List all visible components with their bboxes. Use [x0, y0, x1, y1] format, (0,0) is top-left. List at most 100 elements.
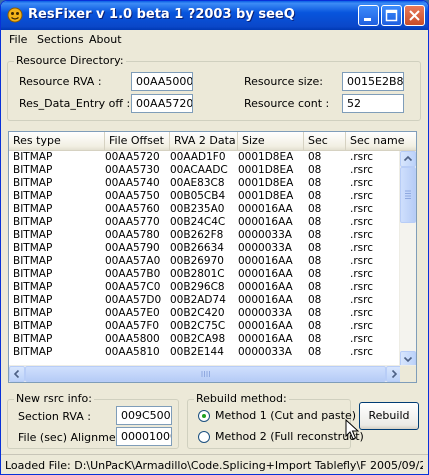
- arrow-down-icon: [403, 356, 413, 363]
- table-row[interactable]: BITMAP 00AA57C0 00B296C8 000016AA 08 .rsrc: [9, 281, 402, 294]
- close-button[interactable]: [404, 5, 425, 26]
- cell-file-offset: 00AA5720: [105, 151, 160, 163]
- status-bar: Loaded File: D:\UnPacK\Armadillo\Code.Sp…: [1, 454, 428, 474]
- horizontal-scrollbar[interactable]: [9, 365, 416, 382]
- cell-sec-name: .rsrc: [350, 307, 373, 319]
- cell-sec-name: .rsrc: [350, 203, 373, 215]
- cell-sec: 08: [308, 333, 322, 345]
- table-row[interactable]: BITMAP 00AA5750 00B05CB4 0001D8EA 08 .rsrc: [9, 190, 402, 203]
- cell-rva-2-data: 00B26634: [170, 242, 224, 254]
- cell-sec: 08: [308, 164, 322, 176]
- cell-res-type: BITMAP: [13, 229, 53, 241]
- cell-sec: 08: [308, 203, 322, 215]
- cell-size: 0001D8EA: [238, 190, 294, 202]
- cell-sec: 08: [308, 242, 322, 254]
- cell-file-offset: 00AA5780: [105, 229, 160, 241]
- table-row[interactable]: BITMAP 00AA57E0 00B2C420 0000033A 08 .rsrc: [9, 307, 402, 320]
- column-size[interactable]: Size: [238, 132, 304, 150]
- cell-sec-name: .rsrc: [350, 151, 373, 163]
- column-sec[interactable]: Sec: [304, 132, 346, 150]
- file-alignment-field[interactable]: 00001000: [116, 427, 172, 446]
- cell-size: 000016AA: [238, 320, 293, 332]
- table-row[interactable]: BITMAP 00AA57A0 00B26970 000016AA 08 .rsrc: [9, 255, 402, 268]
- app-icon[interactable]: [7, 7, 23, 23]
- section-rva-field[interactable]: 009C5000: [116, 406, 172, 425]
- cell-res-type: BITMAP: [13, 294, 53, 306]
- cell-size: 0000033A: [238, 346, 292, 358]
- cell-sec-name: .rsrc: [350, 294, 373, 306]
- cell-res-type: BITMAP: [13, 164, 53, 176]
- minimize-button[interactable]: [358, 5, 379, 26]
- cell-file-offset: 00AA57C0: [105, 281, 161, 293]
- method-1-label[interactable]: Method 1 (Cut and paste): [215, 409, 356, 422]
- cell-rva-2-data: 00B24C4C: [170, 216, 226, 228]
- cell-size: 000016AA: [238, 216, 293, 228]
- column-sec-name[interactable]: Sec name: [346, 132, 416, 150]
- column-file-offset[interactable]: File Offset: [105, 132, 170, 150]
- table-row[interactable]: BITMAP 00AA5770 00B24C4C 000016AA 08 .rsrc: [9, 216, 402, 229]
- table-row[interactable]: BITMAP 00AA5720 00AAD1F0 0001D8EA 08 .rsrc: [9, 151, 402, 164]
- cell-file-offset: 00AA57D0: [105, 294, 162, 306]
- method-1-radio[interactable]: [198, 410, 210, 422]
- cell-size: 000016AA: [238, 203, 293, 215]
- method-2-radio[interactable]: [198, 431, 210, 443]
- table-row[interactable]: BITMAP 00AA5790 00B26634 0000033A 08 .rsrc: [9, 242, 402, 255]
- cell-file-offset: 00AA57E0: [105, 307, 160, 319]
- scroll-up-button[interactable]: [400, 151, 416, 167]
- resource-count-label: Resource cont :: [244, 97, 330, 110]
- section-rva-label: Section RVA :: [18, 410, 91, 423]
- menu-file[interactable]: File: [9, 33, 27, 46]
- cell-rva-2-data: 00B2AD74: [170, 294, 226, 306]
- table-row[interactable]: BITMAP 00AA57F0 00B2C75C 000016AA 08 .rsrc: [9, 320, 402, 333]
- method-2-label[interactable]: Method 2 (Full reconstruct): [215, 430, 364, 443]
- cell-sec-name: .rsrc: [350, 320, 373, 332]
- cell-res-type: BITMAP: [13, 177, 53, 189]
- vertical-scroll-thumb[interactable]: [400, 167, 416, 223]
- cell-sec: 08: [308, 281, 322, 293]
- scroll-left-button[interactable]: [9, 366, 25, 382]
- table-row[interactable]: BITMAP 00AA57B0 00B2801C 000016AA 08 .rsrc: [9, 268, 402, 281]
- rebuild-method-title: Rebuild method:: [194, 392, 289, 405]
- cell-sec-name: .rsrc: [350, 333, 373, 345]
- vertical-scrollbar[interactable]: [399, 151, 416, 367]
- cell-sec: 08: [308, 151, 322, 163]
- arrow-left-icon: [13, 369, 20, 379]
- menu-about[interactable]: About: [89, 33, 122, 46]
- cell-file-offset: 00AA57F0: [105, 320, 160, 332]
- column-res-type[interactable]: Res type: [9, 132, 105, 150]
- cell-sec-name: .rsrc: [350, 164, 373, 176]
- resource-rva-label: Resource RVA :: [19, 75, 102, 88]
- column-rva-2-data[interactable]: RVA 2 Data: [170, 132, 238, 150]
- cell-sec: 08: [308, 216, 322, 228]
- radio-selected-dot: [202, 414, 206, 418]
- resource-table[interactable]: Res type File Offset RVA 2 Data Size Sec…: [8, 131, 417, 383]
- cell-sec-name: .rsrc: [350, 177, 373, 189]
- cell-rva-2-data: 00B2C75C: [170, 320, 226, 332]
- title-bar[interactable]: ResFixer v 1.0 beta 1 ?2003 by seeQ: [1, 1, 428, 30]
- table-row[interactable]: BITMAP 00AA5780 00B262F8 0000033A 08 .rsrc: [9, 229, 402, 242]
- resource-rva-field[interactable]: 00AA5000: [131, 72, 193, 91]
- res-data-entry-label: Res_Data_Entry off :: [19, 97, 131, 110]
- cell-sec: 08: [308, 307, 322, 319]
- cell-size: 000016AA: [238, 268, 293, 280]
- res-data-entry-field[interactable]: 00AA5720: [131, 94, 193, 113]
- table-row[interactable]: BITMAP 00AA57D0 00B2AD74 000016AA 08 .rsrc: [9, 294, 402, 307]
- rebuild-method-group: Rebuild method: Method 1 (Cut and paste)…: [187, 392, 364, 449]
- table-row[interactable]: BITMAP 00AA5760 00B235A0 000016AA 08 .rsrc: [9, 203, 402, 216]
- cell-res-type: BITMAP: [13, 203, 53, 215]
- rebuild-button[interactable]: Rebuild: [359, 402, 419, 430]
- cell-file-offset: 00AA57A0: [105, 255, 161, 267]
- status-date: fly\F 2005/09/28: [343, 459, 423, 472]
- table-row[interactable]: BITMAP 00AA5810 00B2E144 0000033A 08 .rsrc: [9, 346, 402, 359]
- maximize-button[interactable]: [381, 5, 402, 26]
- resource-count-field[interactable]: 52: [342, 94, 404, 113]
- cell-size: 0000033A: [238, 242, 292, 254]
- horizontal-scroll-thumb[interactable]: [25, 366, 386, 382]
- table-row[interactable]: BITMAP 00AA5740 00AE83C8 0001D8EA 08 .rsrc: [9, 177, 402, 190]
- menu-sections[interactable]: Sections: [37, 33, 84, 46]
- cell-res-type: BITMAP: [13, 333, 53, 345]
- grip-icon: [201, 371, 210, 377]
- resource-size-field[interactable]: 0015E2B8: [342, 72, 404, 91]
- table-row[interactable]: BITMAP 00AA5730 00ACAADC 0001D8EA 08 .rsrc: [9, 164, 402, 177]
- table-row[interactable]: BITMAP 00AA5800 00B2CA98 000016AA 08 .rsrc: [9, 333, 402, 346]
